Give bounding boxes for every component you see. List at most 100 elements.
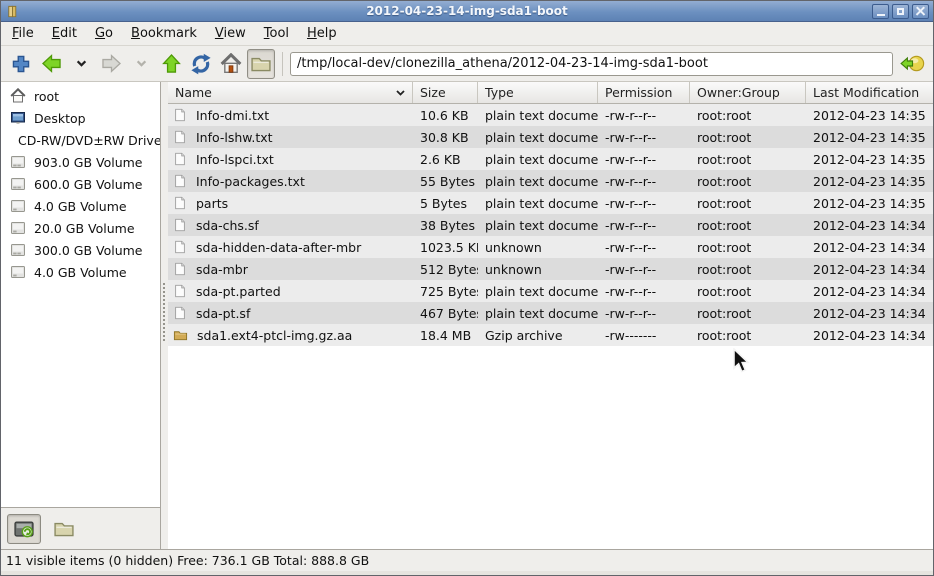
menu-view[interactable]: View — [206, 24, 255, 43]
file-permission: -rw-r--r-- — [598, 126, 690, 148]
sidebar-item-volume-600[interactable]: 600.0 GB Volume — [1, 173, 160, 195]
text-file-icon — [173, 173, 187, 189]
table-row[interactable]: sda-hidden-data-after-mbr 1023.5 KB unkn… — [168, 236, 933, 258]
drive-icon — [10, 176, 26, 192]
table-row[interactable]: sda-chs.sf 38 Bytes plain text document … — [168, 214, 933, 236]
menu-go[interactable]: Go — [86, 24, 122, 43]
back-history-chevron-icon — [76, 59, 87, 68]
up-button[interactable] — [157, 49, 185, 79]
sidebar-item-volume-4b[interactable]: 4.0 GB Volume — [1, 261, 160, 283]
table-row[interactable]: sda-mbr 512 Bytes unknown -rw-r--r-- roo… — [168, 258, 933, 280]
file-modified: 2012-04-23 14:35 — [806, 148, 933, 170]
sidebar-item-volume-300[interactable]: 300.0 GB Volume — [1, 239, 160, 261]
file-name: Info-lshw.txt — [196, 130, 273, 145]
refresh-button[interactable] — [187, 49, 215, 79]
menu-help[interactable]: Help — [298, 24, 346, 43]
new-tab-button[interactable] — [7, 49, 35, 79]
file-list: Name Size Type Permission Owner:Group La… — [168, 82, 933, 549]
file-name: parts — [196, 196, 228, 211]
file-modified: 2012-04-23 14:34 — [806, 214, 933, 236]
table-row[interactable]: sda1.ext4-ptcl-img.gz.aa 18.4 MB Gzip ar… — [168, 324, 933, 346]
maximize-button[interactable] — [892, 4, 909, 19]
menu-tool[interactable]: Tool — [255, 24, 298, 43]
column-header-type[interactable]: Type — [478, 82, 598, 103]
column-header-owner-group[interactable]: Owner:Group — [690, 82, 806, 103]
table-row[interactable]: parts 5 Bytes plain text document -rw-r-… — [168, 192, 933, 214]
file-manager-window: 2012-04-23-14-img-sda1-boot File Edit Go… — [0, 0, 934, 576]
status-bar: 11 visible items (0 hidden) Free: 736.1 … — [1, 549, 933, 571]
menu-file[interactable]: File — [3, 24, 43, 43]
forward-arrow-icon — [101, 53, 122, 74]
back-button[interactable] — [37, 49, 65, 79]
forward-history-button[interactable] — [127, 49, 155, 79]
sidebar-item-volume-903[interactable]: 903.0 GB Volume — [1, 151, 160, 173]
sidebar-item-label: 20.0 GB Volume — [34, 221, 135, 236]
close-button[interactable] — [912, 4, 929, 19]
table-row[interactable]: Info-lspci.txt 2.6 KB plain text documen… — [168, 148, 933, 170]
file-type: plain text document — [478, 104, 598, 126]
sidebar-item-volume-4a[interactable]: 4.0 GB Volume — [1, 195, 160, 217]
file-type: plain text document — [478, 192, 598, 214]
sidebar-item-volume-20[interactable]: 20.0 GB Volume — [1, 217, 160, 239]
volumes-pane-button[interactable] — [7, 514, 41, 544]
side-pane-toggle-button[interactable] — [247, 49, 275, 79]
text-file-icon — [173, 129, 187, 145]
column-header-name[interactable]: Name — [168, 82, 413, 103]
column-header-last-modification[interactable]: Last Modification — [806, 82, 933, 103]
window-resize-edge[interactable] — [1, 571, 933, 575]
file-size: 10.6 KB — [413, 104, 478, 126]
text-file-icon — [173, 195, 187, 211]
go-jump-icon — [900, 54, 925, 73]
file-size: 18.4 MB — [413, 324, 478, 346]
file-owner: root:root — [690, 104, 806, 126]
menubar: File Edit Go Bookmark View Tool Help — [1, 22, 933, 46]
file-permission: -rw------- — [598, 324, 690, 346]
home-icon — [220, 53, 242, 75]
file-permission: -rw-r--r-- — [598, 236, 690, 258]
file-name: Info-lspci.txt — [196, 152, 274, 167]
side-pane-folder-toggle-icon — [250, 53, 272, 75]
file-type: plain text document — [478, 302, 598, 324]
sidebar-item-root[interactable]: root — [1, 85, 160, 107]
toolbar-separator — [282, 52, 283, 76]
sidebar-item-optical-drive[interactable]: CD-RW/DVD±RW Drive — [1, 129, 160, 151]
file-size: 1023.5 KB — [413, 236, 478, 258]
minimize-button[interactable] — [872, 4, 889, 19]
file-type: plain text document — [478, 126, 598, 148]
file-permission: -rw-r--r-- — [598, 214, 690, 236]
directory-tree-pane-icon — [53, 518, 75, 540]
table-row[interactable]: Info-lshw.txt 30.8 KB plain text documen… — [168, 126, 933, 148]
table-row[interactable]: sda-pt.sf 467 Bytes plain text document … — [168, 302, 933, 324]
address-bar-input[interactable] — [290, 52, 893, 76]
back-arrow-icon — [41, 53, 62, 74]
directory-tree-pane-button[interactable] — [47, 514, 81, 544]
home-folder-icon — [10, 88, 26, 104]
file-rows: Info-dmi.txt 10.6 KB plain text document… — [168, 104, 933, 549]
go-button[interactable] — [900, 54, 925, 73]
file-owner: root:root — [690, 302, 806, 324]
text-file-icon — [173, 107, 187, 123]
home-button[interactable] — [217, 49, 245, 79]
forward-button[interactable] — [97, 49, 125, 79]
file-owner: root:root — [690, 170, 806, 192]
file-owner: root:root — [690, 280, 806, 302]
sidebar-item-label: root — [34, 89, 59, 104]
text-file-icon — [173, 305, 187, 321]
column-header-size[interactable]: Size — [413, 82, 478, 103]
column-header-permission[interactable]: Permission — [598, 82, 690, 103]
drive-icon — [10, 242, 26, 258]
sidebar-item-desktop[interactable]: Desktop — [1, 107, 160, 129]
file-permission: -rw-r--r-- — [598, 302, 690, 324]
sidebar-item-label: 903.0 GB Volume — [34, 155, 142, 170]
table-row[interactable]: Info-packages.txt 55 Bytes plain text do… — [168, 170, 933, 192]
titlebar[interactable]: 2012-04-23-14-img-sda1-boot — [1, 1, 933, 22]
table-row[interactable]: Info-dmi.txt 10.6 KB plain text document… — [168, 104, 933, 126]
menu-bookmark[interactable]: Bookmark — [122, 24, 206, 43]
file-modified: 2012-04-23 14:34 — [806, 302, 933, 324]
back-history-button[interactable] — [67, 49, 95, 79]
file-type: plain text document — [478, 280, 598, 302]
menu-edit[interactable]: Edit — [43, 24, 86, 43]
table-row[interactable]: sda-pt.parted 725 Bytes plain text docum… — [168, 280, 933, 302]
maximize-icon — [897, 8, 904, 15]
pane-splitter[interactable] — [161, 82, 168, 549]
